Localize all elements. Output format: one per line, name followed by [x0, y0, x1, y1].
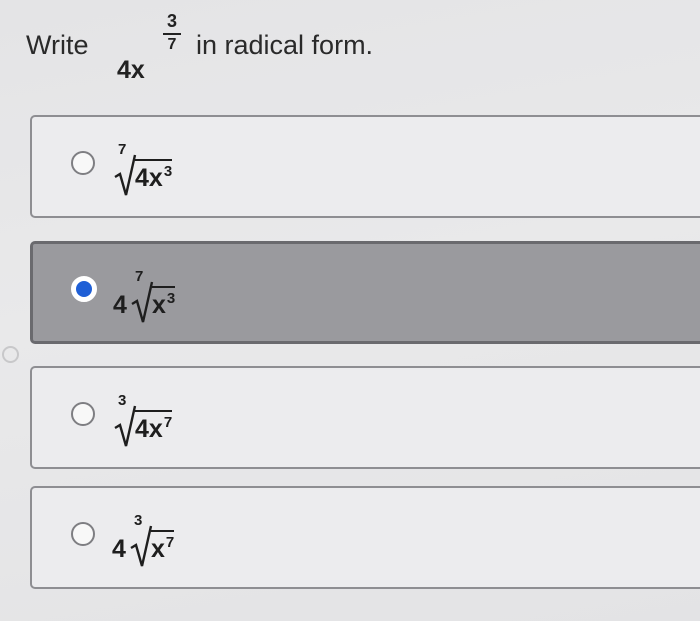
- question-prefix: Write: [26, 30, 89, 60]
- radical-sign-icon: [114, 154, 137, 196]
- fraction-bar: [163, 33, 181, 35]
- radical-sign-icon: [131, 281, 154, 323]
- radicand: x3: [152, 286, 176, 320]
- radio-button[interactable]: [71, 151, 95, 175]
- coefficient: 4: [113, 291, 127, 319]
- answer-option-2[interactable]: 4 7 x3: [30, 241, 700, 344]
- radicand-base: 4x: [135, 164, 163, 192]
- side-marker-icon: [2, 346, 19, 363]
- radio-button[interactable]: [71, 522, 95, 546]
- radical-sign-icon: [114, 405, 137, 447]
- radicand-power: 3: [163, 163, 173, 180]
- radicand-power: 7: [163, 414, 173, 431]
- question-exponent: 3 7: [163, 12, 181, 53]
- question-suffix: in radical form.: [196, 30, 374, 60]
- answer-option-3[interactable]: 3 4x7: [30, 366, 700, 469]
- question: Write 4x 3 7 in radical form.: [0, 0, 700, 100]
- radio-button[interactable]: [71, 402, 95, 426]
- answer-option-4[interactable]: 4 3 x7: [30, 486, 700, 589]
- coefficient: 4: [112, 535, 126, 563]
- radicand-base: 4x: [135, 415, 163, 443]
- exponent-numerator: 3: [166, 11, 177, 31]
- radical-sign-icon: [130, 525, 153, 567]
- radicand-power: 3: [166, 290, 176, 307]
- radicand: 4x7: [135, 410, 173, 444]
- radio-button-selected[interactable]: [71, 276, 97, 302]
- radicand: x7: [151, 530, 175, 564]
- radicand: 4x3: [135, 159, 173, 193]
- exponent-denominator: 7: [167, 36, 177, 53]
- radicand-power: 7: [165, 534, 175, 551]
- question-base: 4x: [117, 56, 145, 84]
- radicand-base: x: [152, 291, 166, 319]
- radicand-base: x: [151, 535, 165, 563]
- answer-option-1[interactable]: 7 4x3: [30, 115, 700, 218]
